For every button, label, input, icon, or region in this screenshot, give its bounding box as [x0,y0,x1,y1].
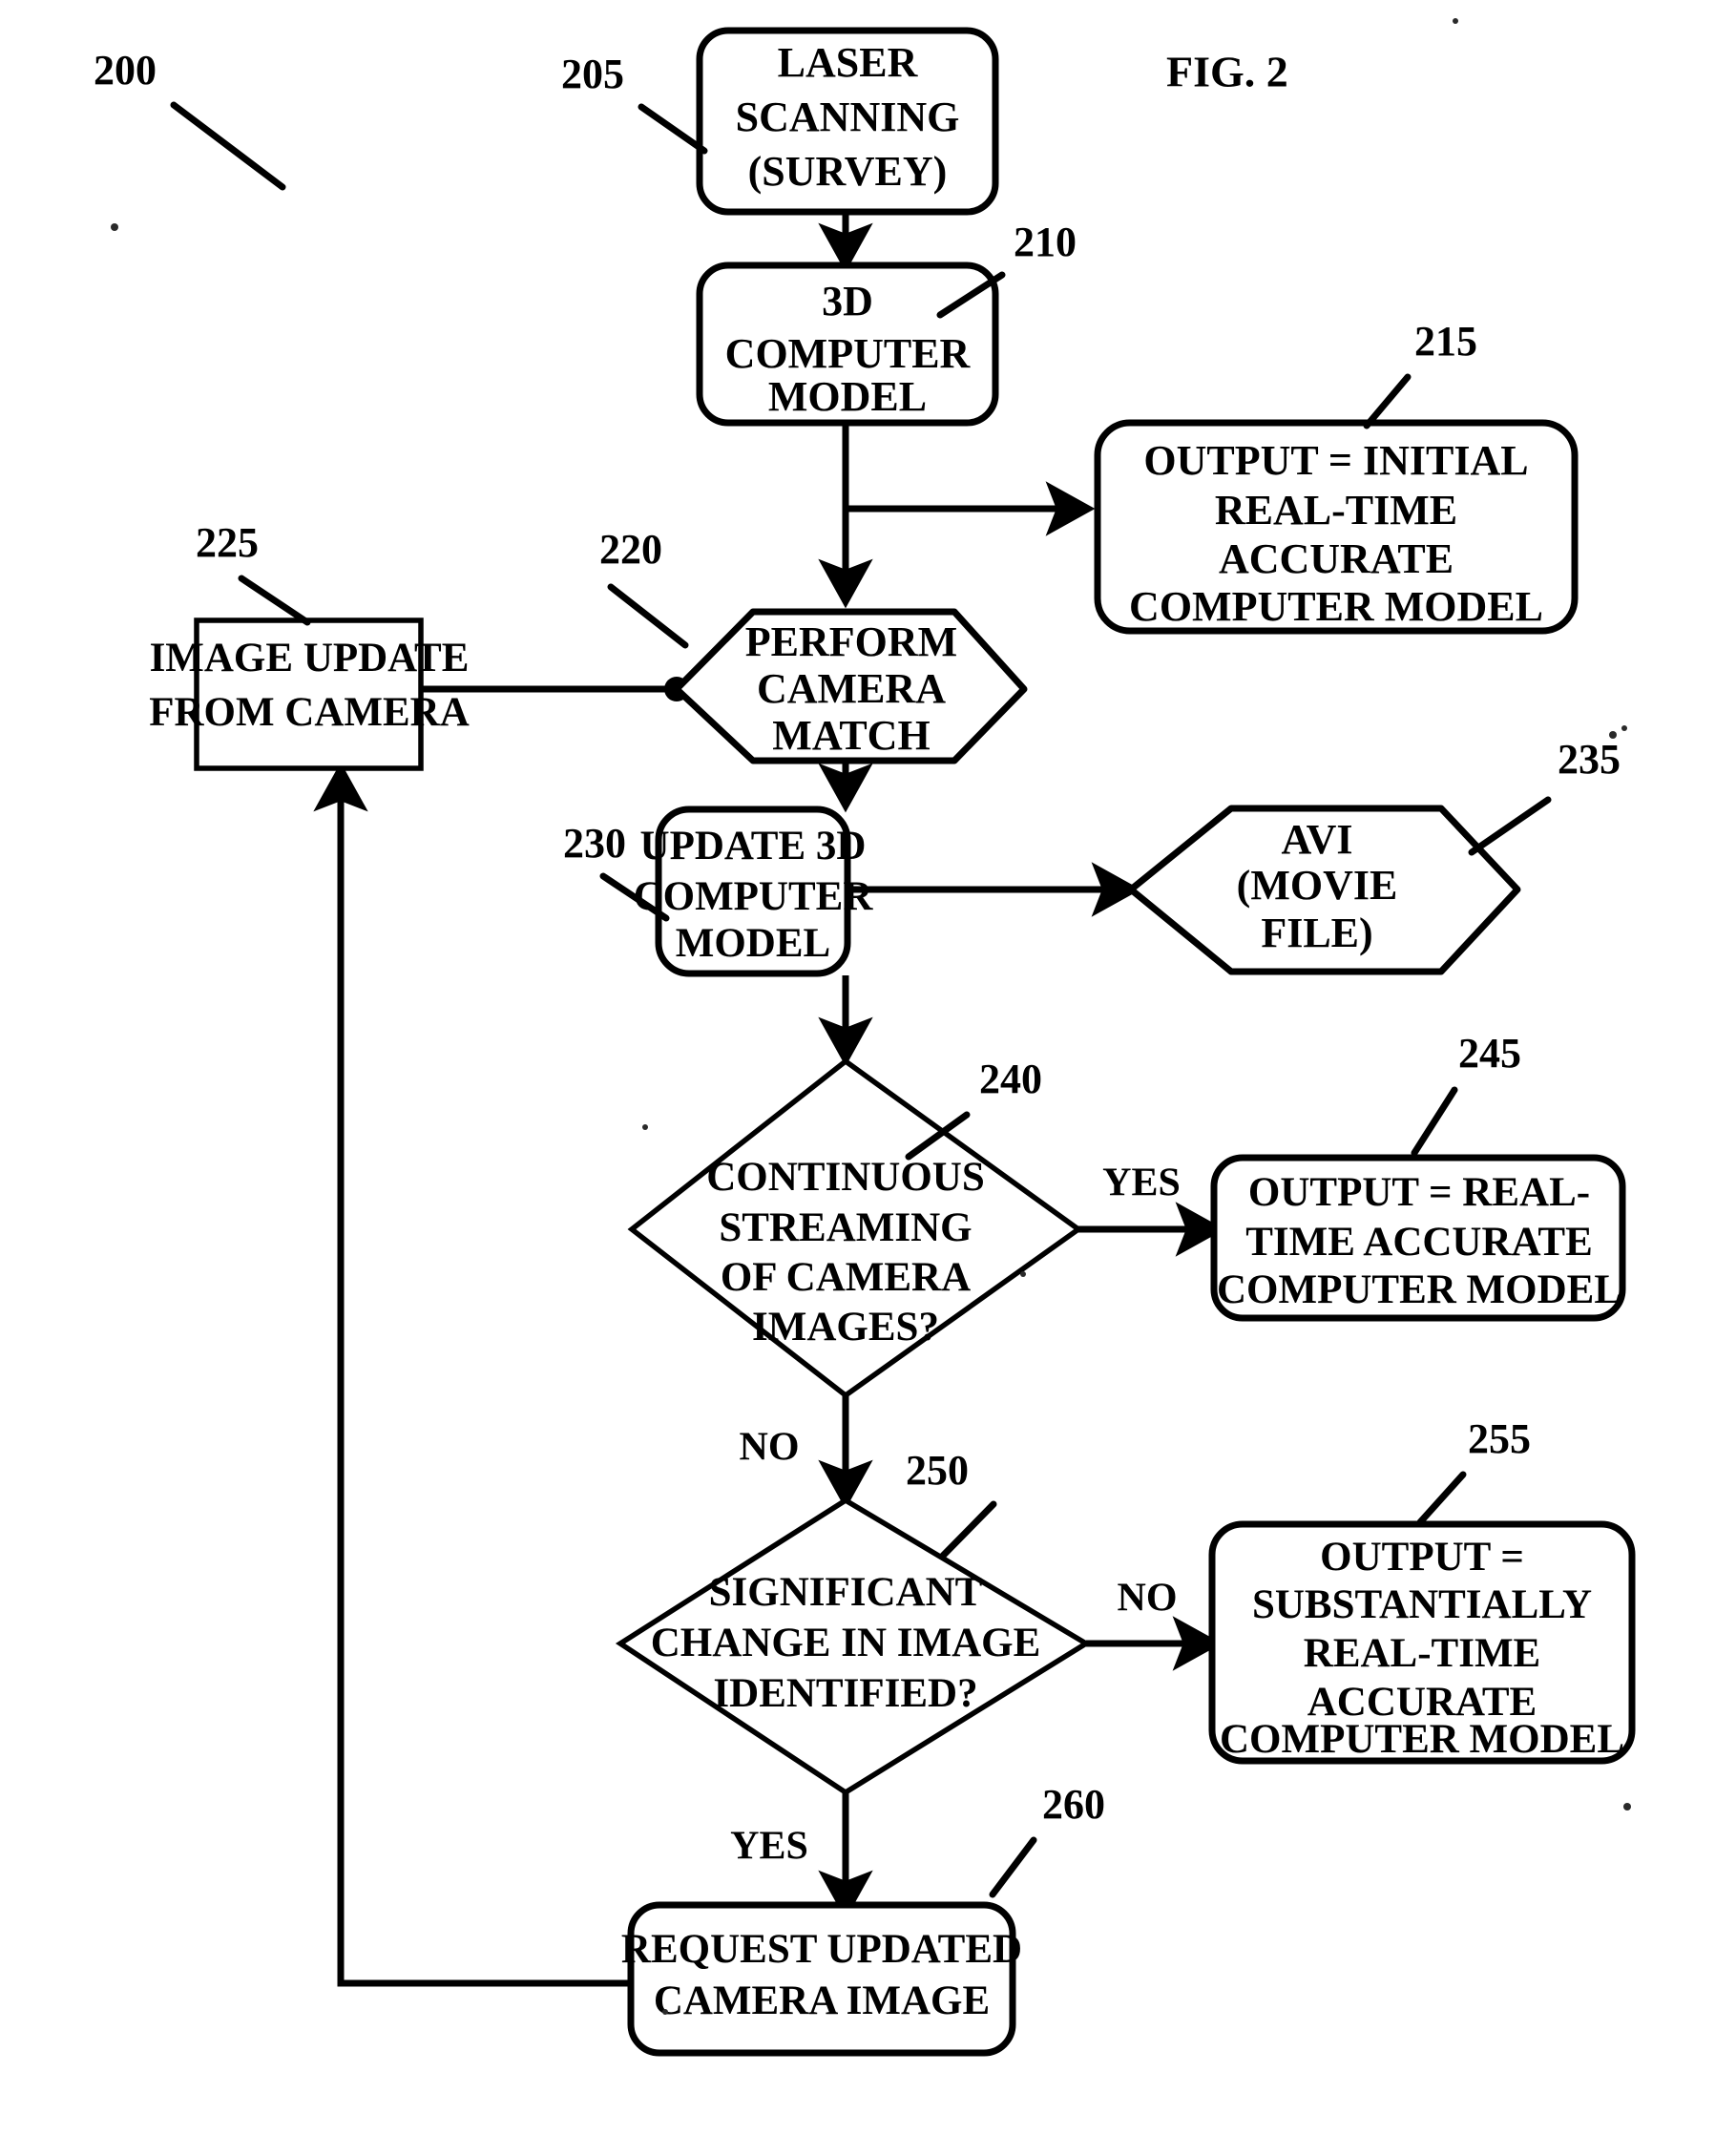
node-235-line3: FILE) [1261,910,1372,956]
node-220-line2: CAMERA [757,665,946,712]
node-255-line3: REAL-TIME [1304,1631,1540,1676]
node-235-line1: AVI [1281,816,1352,863]
scan-speck [662,2009,668,2015]
node-215-line4: COMPUTER MODEL [1129,583,1543,630]
leader-line-245 [1411,1086,1458,1157]
node-240-line3: OF CAMERA [721,1255,971,1300]
ref-numeral-225: 225 [196,519,259,566]
leader-line-225 [238,575,311,626]
node-235-line2: (MOVIE [1237,862,1398,909]
ref-numeral-210: 210 [1014,219,1077,265]
node-260-line1: REQUEST UPDATED [621,1927,1022,1972]
scan-speck [1020,1271,1026,1277]
leader-line-215 [1363,373,1412,429]
node-210-line1: 3D [822,278,873,324]
node-215-line1: OUTPUT = INITIAL [1143,437,1528,484]
node-255-line1: OUTPUT = [1320,1535,1524,1580]
branch-label-yes-250: YES [730,1825,808,1869]
scan-speck [642,1124,648,1130]
leader-line-260 [989,1836,1037,1898]
scan-speck [1453,18,1458,24]
ref-numeral-260: 260 [1042,1781,1105,1828]
node-240-line2: STREAMING [719,1205,972,1250]
leader-line-220 [607,583,689,649]
node-230-line2: COMPUTER [634,874,874,919]
scan-speck [1623,1803,1631,1811]
ref-numeral-245: 245 [1458,1030,1521,1077]
node-230-line3: MODEL [676,921,830,966]
node-255-line5: COMPUTER MODEL [1220,1717,1624,1762]
ref-numeral-205: 205 [561,51,624,97]
leader-line-255 [1416,1471,1467,1526]
node-205-line2: SCANNING [736,94,960,140]
ref-numeral-255: 255 [1468,1415,1531,1462]
node-205-line1: LASER [778,39,919,86]
ref-numeral-215: 215 [1414,318,1477,365]
node-210-line3: MODEL [768,373,927,420]
node-210-line2: COMPUTER [725,330,972,377]
branch-label-yes-240: YES [1102,1162,1181,1205]
node-240-line1: CONTINUOUS [706,1155,985,1200]
node-250-line3: IDENTIFIED? [713,1671,977,1716]
node-215-line3: ACCURATE [1219,535,1454,582]
node-220-line1: PERFORM [745,618,957,665]
flowchart-canvas: LASER SCANNING (SURVEY) 3D COMPUTER MODE… [94,18,1636,2057]
ref-numeral-240: 240 [979,1056,1042,1102]
node-225-line1: IMAGE UPDATE [150,636,470,680]
ref-numeral-220: 220 [599,526,662,573]
node-250-line1: SIGNIFICANT [709,1570,983,1615]
scan-speck [111,223,118,231]
branch-label-no-240: NO [740,1426,800,1470]
ref-numeral-250: 250 [906,1447,969,1494]
node-205-line3: (SURVEY) [748,148,948,195]
node-245-line3: COMPUTER MODEL [1217,1267,1621,1312]
connector-260-feedback-to-225 [313,762,631,1987]
ref-numeral-235: 235 [1558,736,1621,783]
node-260-line2: CAMERA IMAGE [654,1978,990,2023]
leader-line-200 [170,101,286,191]
node-230-line1: UPDATE 3D [640,824,867,869]
scan-speck [1621,725,1627,731]
node-220-line3: MATCH [772,712,930,759]
ref-numeral-230: 230 [563,820,626,867]
leader-line-205 [638,103,708,155]
leader-line-235 [1468,796,1552,856]
node-245-line2: TIME ACCURATE [1245,1220,1593,1265]
node-255-line2: SUBSTANTIALLY [1252,1582,1592,1627]
node-240-line4: IMAGES? [752,1305,939,1350]
node-245-line1: OUTPUT = REAL- [1248,1170,1590,1215]
node-250-line2: CHANGE IN IMAGE [651,1621,1041,1665]
branch-label-no-250: NO [1118,1577,1178,1621]
ref-numeral-200: 200 [94,47,157,94]
node-225-line2: FROM CAMERA [149,690,470,735]
patent-figure-page: LASER SCANNING (SURVEY) 3D COMPUTER MODE… [0,0,1736,2135]
leader-line-250 [939,1500,997,1559]
scan-speck [1609,731,1617,739]
node-215-line2: REAL-TIME [1215,487,1457,534]
figure-label: FIG. 2 [1166,48,1288,96]
